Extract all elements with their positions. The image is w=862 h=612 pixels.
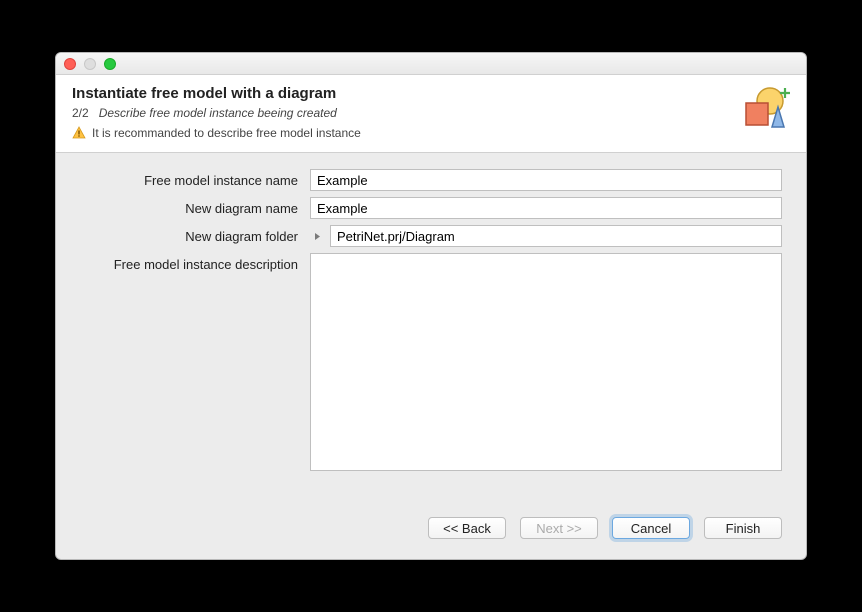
minimize-icon: [84, 58, 96, 70]
dialog-content: Free model instance name New diagram nam…: [56, 153, 806, 501]
diagram-name-row: New diagram name: [80, 197, 782, 219]
step-description: Describe free model instance beeing crea…: [99, 106, 337, 120]
dialog-title: Instantiate free model with a diagram: [72, 85, 790, 102]
description-textarea[interactable]: [310, 253, 782, 471]
instance-name-input[interactable]: [310, 169, 782, 191]
info-row: It is recommanded to describe free model…: [72, 126, 790, 140]
dialog-header: Instantiate free model with a diagram 2/…: [56, 75, 806, 153]
instance-name-label: Free model instance name: [80, 169, 310, 188]
description-row: Free model instance description: [80, 253, 782, 471]
maximize-icon[interactable]: [104, 58, 116, 70]
diagram-folder-row: New diagram folder: [80, 225, 782, 247]
titlebar: [56, 53, 806, 75]
diagram-name-label: New diagram name: [80, 197, 310, 216]
shapes-icon: [740, 85, 792, 135]
back-button[interactable]: << Back: [428, 517, 506, 539]
diagram-name-input[interactable]: [310, 197, 782, 219]
chevron-right-icon[interactable]: [310, 229, 324, 243]
description-label: Free model instance description: [80, 253, 310, 272]
diagram-folder-label: New diagram folder: [80, 225, 310, 244]
finish-button[interactable]: Finish: [704, 517, 782, 539]
instance-name-row: Free model instance name: [80, 169, 782, 191]
dialog-footer: << Back Next >> Cancel Finish: [56, 501, 806, 559]
close-icon[interactable]: [64, 58, 76, 70]
info-text: It is recommanded to describe free model…: [92, 126, 361, 140]
step-indicator: 2/2 Describe free model instance beeing …: [72, 106, 790, 120]
cancel-button[interactable]: Cancel: [612, 517, 690, 539]
warning-icon: [72, 126, 86, 140]
next-button: Next >>: [520, 517, 598, 539]
diagram-folder-input[interactable]: [330, 225, 782, 247]
step-number: 2/2: [72, 106, 89, 120]
dialog-window: Instantiate free model with a diagram 2/…: [55, 52, 807, 560]
